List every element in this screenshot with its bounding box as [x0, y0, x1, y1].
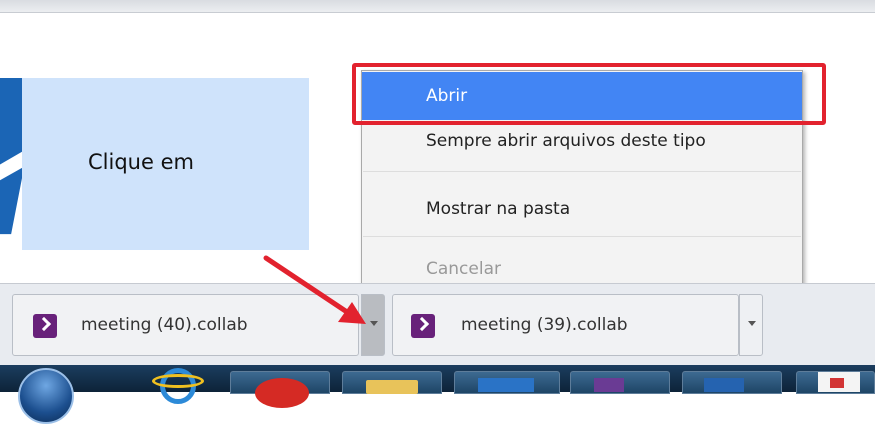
annotation-arrow-icon: [263, 255, 366, 324]
start-button-icon[interactable]: [18, 368, 74, 424]
internet-explorer-ring-icon: [152, 374, 204, 388]
browser-icon[interactable]: [255, 378, 309, 408]
acrobat-icon[interactable]: [818, 372, 860, 392]
app-icon[interactable]: [478, 378, 534, 392]
onenote-icon[interactable]: [594, 378, 624, 392]
word-icon[interactable]: [704, 378, 744, 392]
